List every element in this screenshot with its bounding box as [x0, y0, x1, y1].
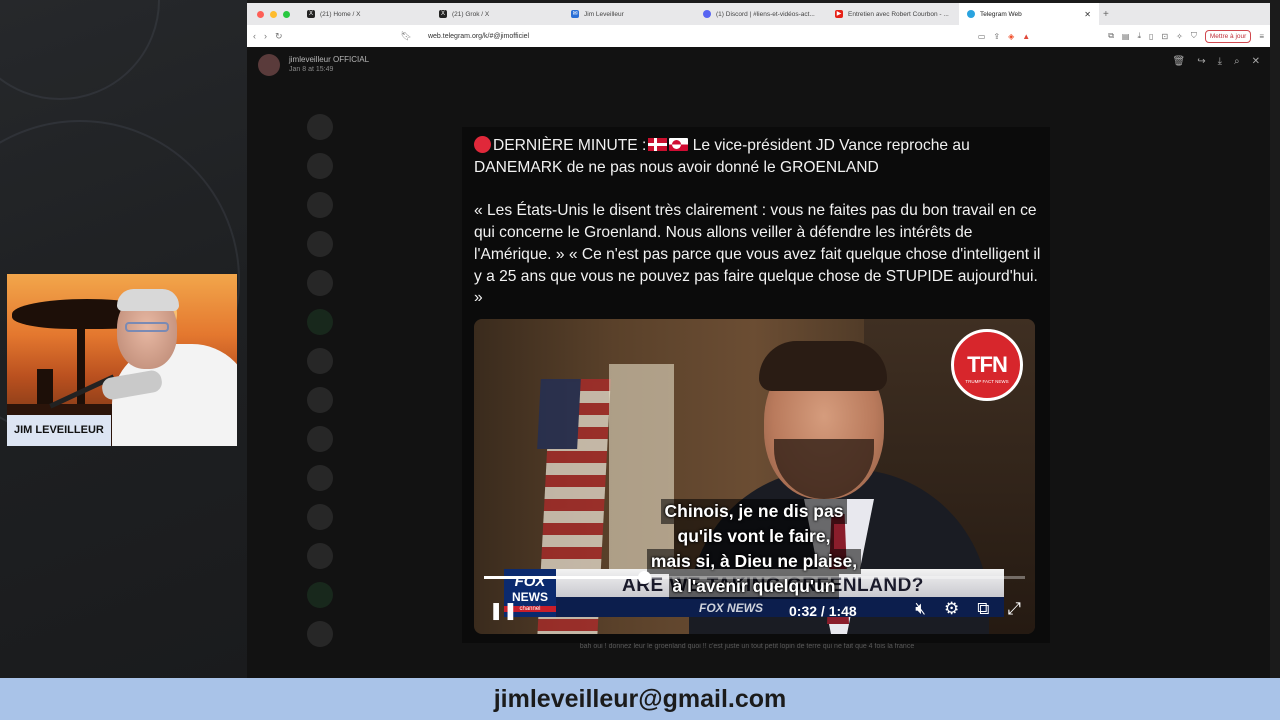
video-subtitles: Chinois, je ne dis pas qu'ils vont le fa… [639, 499, 869, 599]
tab-label: (21) Grok / X [452, 10, 490, 18]
new-tab-icon[interactable]: + [1099, 9, 1109, 20]
greenland-flag-icon [669, 138, 689, 151]
x-logo-icon: X [307, 10, 315, 18]
zoom-icon[interactable]: ⌕ [1234, 56, 1240, 67]
subtitle-line: Chinois, je ne dis pas [660, 499, 848, 524]
channel-name[interactable]: jimleveilleur OFFICIAL [289, 55, 369, 64]
window-controls [247, 10, 299, 18]
breaking-label: DERNIÈRE MINUTE : [493, 137, 647, 154]
webcam-overlay: JIM LEVEILLEUR [7, 274, 237, 446]
viewer-header: jimleveilleur OFFICIAL Jan 8 at 15:49 🗑︎… [247, 47, 1270, 83]
mail-icon: ✉ [571, 10, 579, 18]
maximize-window-icon[interactable] [283, 10, 290, 18]
video-control-icons: 🔇︎ ⚙ ⧉ ⤢ [915, 599, 1021, 619]
host-hair [117, 289, 179, 311]
settings-icon[interactable]: ⚙ [944, 599, 959, 619]
extensions-icon[interactable]: ⧉ [1108, 31, 1114, 41]
tab-bar: X (21) Home / X X (21) Grok / X ✉ Jim Le… [247, 3, 1270, 25]
channel-avatar[interactable] [258, 54, 280, 76]
cast-icon[interactable]: ▭ [978, 32, 986, 41]
sidebar-icon[interactable]: ▯ [1149, 32, 1153, 41]
subtitle-line: qu'ils vont le faire, [673, 524, 835, 549]
update-button[interactable]: Mettre à jour [1204, 29, 1252, 43]
mute-icon[interactable]: 🔇︎ [915, 599, 926, 619]
host-glasses [125, 322, 169, 332]
forward-icon[interactable]: ↪ [1197, 56, 1205, 67]
fullscreen-icon[interactable]: ⤢ [1007, 599, 1021, 619]
delete-icon[interactable]: 🗑︎ [1172, 56, 1185, 67]
telegram-icon [967, 10, 975, 18]
address-bar: ‹ › ↻ 🔖︎ web.telegram.org/k/#@jimofficie… [247, 25, 1270, 47]
download-icon[interactable]: ⤓ [1137, 31, 1141, 41]
video-controls: ❚❚ 0:32 / 1:48 🔇︎ ⚙ ⧉ ⤢ [474, 597, 1035, 623]
email-banner: jimleveilleur@gmail.com [0, 678, 1280, 720]
reader-icon[interactable]: ▤ [1122, 32, 1130, 41]
tab-label: (21) Home / X [320, 10, 361, 18]
progress-fill [484, 576, 645, 579]
tab-youtube[interactable]: ▶ Entretien avec Robert Courbon - ... [827, 3, 959, 25]
minimize-window-icon[interactable] [270, 10, 277, 18]
tab-label: (1) Discord | #liens-et-vidéos-act... [716, 10, 815, 18]
telegram-post: DERNIÈRE MINUTE : Le vice-président JD V… [462, 127, 1050, 643]
back-icon[interactable]: ‹ [253, 31, 256, 41]
close-tab-icon[interactable]: ✕ [1084, 10, 1091, 19]
telegram-media-viewer: jimleveilleur OFFICIAL Jan 8 at 15:49 🗑︎… [247, 47, 1270, 678]
tab-telegram-web[interactable]: Telegram Web ✕ [959, 3, 1099, 25]
forward-icon[interactable]: › [264, 31, 267, 41]
post-quote: « Les États-Unis le disent très claireme… [474, 202, 1041, 307]
ai-icon[interactable]: ✧ [1176, 32, 1183, 41]
tab-label: Entretien avec Robert Courbon - ... [848, 10, 949, 18]
close-window-icon[interactable] [257, 10, 264, 18]
browser-window: X (21) Home / X X (21) Grok / X ✉ Jim Le… [247, 3, 1270, 678]
brave-shield-icon[interactable]: ◈ [1008, 32, 1014, 41]
next-post-preview: bah oui ! donnez leur le groenland quoi … [579, 643, 915, 650]
tab-home-x[interactable]: X (21) Home / X [299, 3, 431, 25]
x-logo-icon: X [439, 10, 447, 18]
viewer-tools: 🗑︎ ↪ ⤓ ⌕ ✕ [1172, 56, 1260, 67]
video-time: 0:32 / 1:48 [789, 603, 857, 619]
red-circle-icon [474, 136, 491, 153]
video-progress-bar[interactable] [484, 571, 1025, 584]
pip-icon[interactable]: ⧉ [977, 599, 989, 619]
post-date: Jan 8 at 15:49 [289, 66, 334, 73]
download-icon[interactable]: ⤓ [1218, 56, 1222, 67]
tab-jim-leveilleur[interactable]: ✉ Jim Leveilleur [563, 3, 695, 25]
tab-label: Telegram Web [980, 10, 1022, 18]
menu-icon[interactable]: ≡ [1259, 32, 1264, 41]
youtube-icon: ▶ [835, 10, 843, 18]
close-viewer-icon[interactable]: ✕ [1252, 56, 1260, 67]
host-name-label: JIM LEVEILLEUR [7, 415, 111, 446]
tab-discord[interactable]: (1) Discord | #liens-et-vidéos-act... [695, 3, 827, 25]
tfn-logo-subtext: TRUMP FACT NEWS [965, 379, 1009, 384]
speaker-hair [759, 341, 887, 391]
video-player[interactable]: TFN TRUMP FACT NEWS ARE WE TAKING GREENL… [474, 319, 1035, 634]
vpn-icon[interactable]: ⛉ [1191, 31, 1197, 41]
tfn-logo-text: TFN [967, 352, 1008, 377]
denmark-flag-icon [648, 138, 668, 151]
tfn-logo: TFN TRUMP FACT NEWS [951, 329, 1023, 401]
toolbar-right: ▭ ⇪ ◈ ▲ ⧉ ▤ ⤓ ▯ ⊡ ✧ ⛉ Mettre à jour ≡ [978, 29, 1264, 43]
screenshot-icon[interactable]: ⊡ [1161, 32, 1168, 41]
discord-icon [703, 10, 711, 18]
bookmark-icon[interactable]: 🔖︎ [401, 31, 412, 42]
pause-icon[interactable]: ❚❚ [489, 601, 518, 621]
post-text: DERNIÈRE MINUTE : Le vice-président JD V… [474, 135, 1044, 331]
url-field[interactable]: web.telegram.org/k/#@jimofficiel [428, 33, 529, 40]
tab-label: Jim Leveilleur [584, 10, 624, 18]
rewards-icon[interactable]: ▲ [1022, 32, 1030, 41]
reload-icon[interactable]: ↻ [275, 31, 283, 42]
stream-gutter [1270, 0, 1280, 678]
share-icon[interactable]: ⇪ [993, 32, 1000, 41]
tab-grok-x[interactable]: X (21) Grok / X [431, 3, 563, 25]
subtitle-line: mais si, à Dieu ne plaise, [646, 549, 862, 574]
